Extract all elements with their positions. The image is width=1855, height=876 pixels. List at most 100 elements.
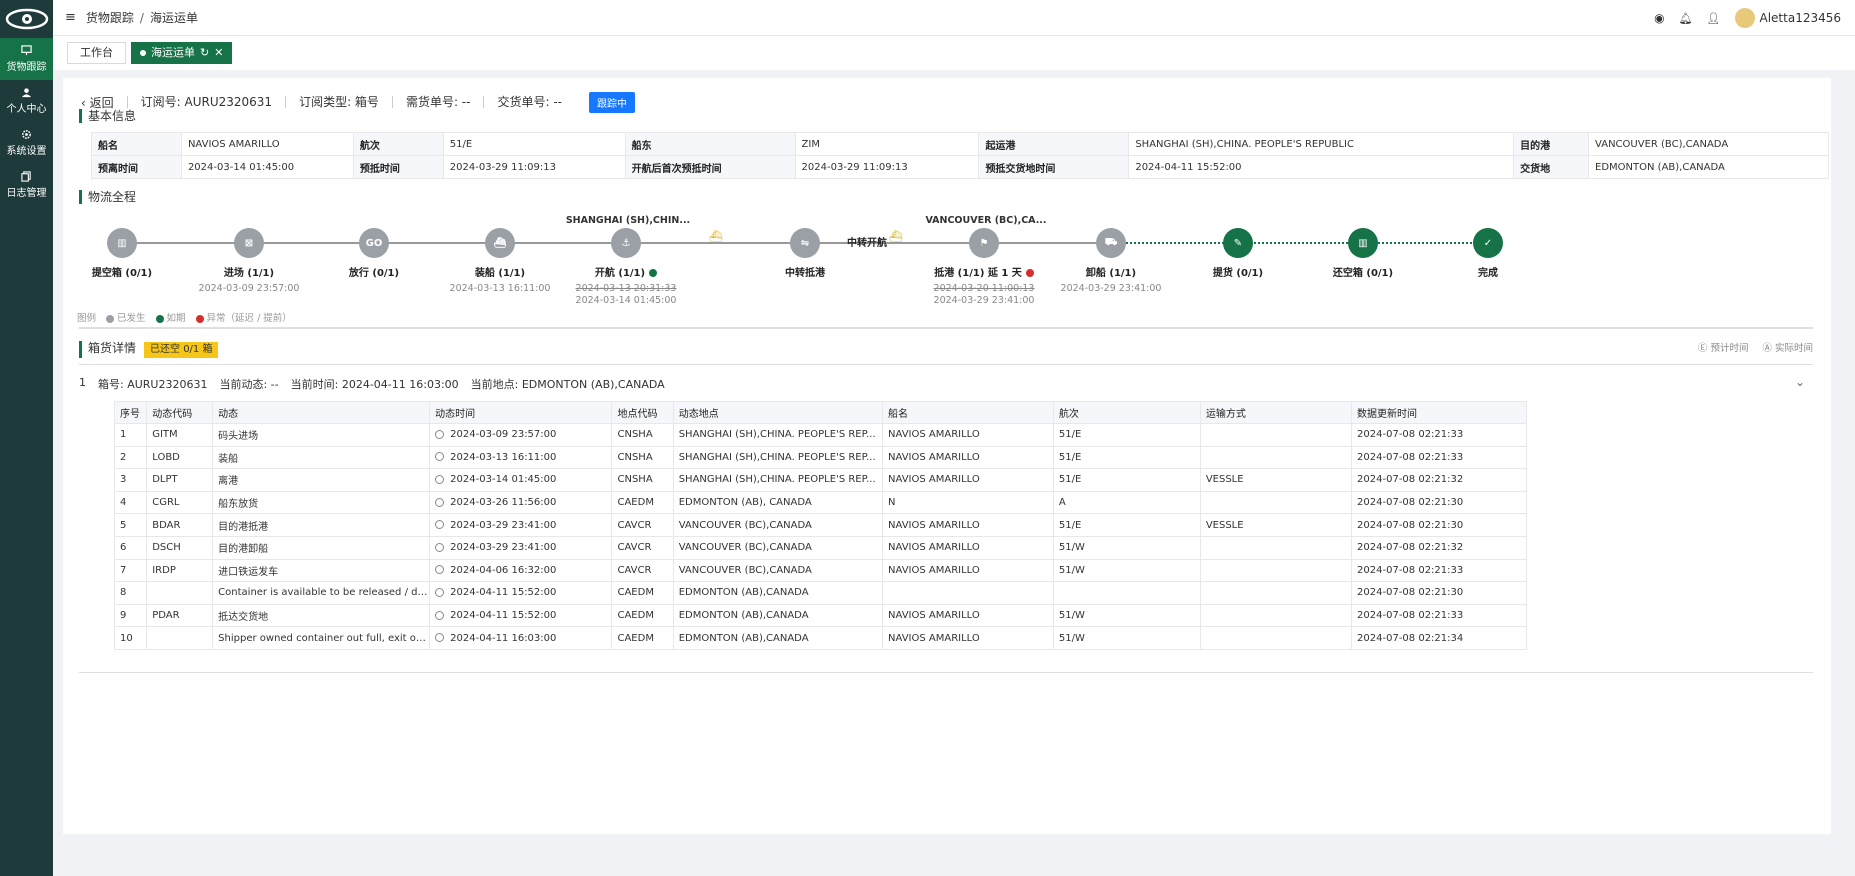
menu-toggle-icon[interactable]: ≡ <box>65 10 76 25</box>
eye-logo-icon[interactable] <box>0 0 53 38</box>
column-header: 动态 <box>212 401 431 424</box>
table-cell: 2024-07-08 02:21:32 <box>1351 535 1527 560</box>
breadcrumb-item[interactable]: 货物跟踪 <box>86 11 134 25</box>
timeline-node-icon: ⚓ <box>611 228 641 258</box>
table-cell: 6 <box>113 535 148 560</box>
status-badge: 跟踪中 <box>589 91 635 113</box>
actual-time-icon <box>435 633 445 643</box>
table-row: 3 DLPT 离港 2024-03-14 01:45:00 CNSHA SHANGHAI … <box>113 468 1527 492</box>
timeline-node-label: 开航 (1/1) <box>546 264 706 279</box>
estimated-time: 2024-03-13 20:31:33 <box>575 283 677 294</box>
sidebar-item-system-settings[interactable]: 系统设置 <box>0 122 53 164</box>
sidebar-item-cargo-tracking[interactable]: 货物跟踪 <box>0 38 53 80</box>
table-cell: CNSHA <box>611 423 674 447</box>
timeline-node-icon: GO <box>359 228 389 258</box>
user-menu[interactable]: Aletta123456 <box>1734 8 1842 28</box>
table-cell: NAVIOS AMARILLO <box>882 423 1054 447</box>
table-cell: NAVIOS AMARILLO <box>882 445 1054 470</box>
legend-abnormal: 异常（延迟 / 提前） <box>195 310 292 324</box>
column-header: 地点代码 <box>611 401 674 424</box>
info-value: 2024-03-14 01:45:00 <box>180 155 354 179</box>
legend: 图例 已发生 如期 异常（延迟 / 提前） <box>77 310 292 324</box>
table-cell: 51/W <box>1052 626 1201 650</box>
sidebar-item-label: 日志管理 <box>6 188 47 199</box>
table-cell: 2024-03-29 23:41:00 <box>429 535 613 560</box>
timeline-node: ⚓ 开航 (1/1) 2024-03-13 20:31:33 2024-03-14 0… <box>546 218 706 307</box>
sidebar-item-log-management[interactable]: 日志管理 <box>0 164 53 206</box>
logistics-timeline: SHANGHAI (SH),CHIN... VANCOUVER (BC),CA.… <box>63 215 1831 378</box>
table-cell: 51/W <box>1052 603 1201 628</box>
breadcrumb: 货物跟踪 / 海运运单 <box>85 11 198 25</box>
table-cell: 2 <box>113 445 148 470</box>
table-cell: DLPT <box>146 468 214 492</box>
info-row: 船名 NAVIOS AMARILLO 航次 51/E 船东 ZIM 起运港 SHANGHAI … <box>91 132 1829 156</box>
sidebar-item-personal-center[interactable]: 个人中心 <box>0 80 53 122</box>
table-row: 5 BDAR 目的港抵港 2024-03-29 23:41:00 CAVCR VANCOU… <box>113 513 1527 537</box>
back-label: 返回 <box>89 95 114 110</box>
info-value: 2024-03-29 11:09:13 <box>442 155 626 179</box>
table-cell <box>1199 445 1353 470</box>
table-cell: 船东放货 <box>212 490 431 515</box>
info-label: 起运港 <box>978 132 1130 156</box>
tab-sea-waybill[interactable]: 海运运单 ↻ ✕ <box>131 42 233 64</box>
timeline-node-icon: ▥ <box>1348 228 1378 258</box>
table-cell: 进口铁运发车 <box>212 558 431 583</box>
actual-time-icon <box>435 565 445 575</box>
table-cell: IRDP <box>146 558 214 583</box>
column-header: 运输方式 <box>1199 401 1353 424</box>
table-row: 7 IRDP 进口铁运发车 2024-04-06 16:32:00 CAVCR VANCO… <box>113 558 1527 583</box>
table-cell <box>1199 558 1353 583</box>
gear-icon <box>22 130 31 139</box>
table-cell: VANCOUVER (BC),CANADA <box>672 558 884 583</box>
actual-time-icon <box>435 452 445 462</box>
table-cell: 7 <box>113 558 148 583</box>
actual-time: 2024-03-29 23:41:00 <box>1060 283 1162 294</box>
table-cell: 2024-07-08 02:21:33 <box>1351 558 1527 583</box>
info-label: 预离时间 <box>91 155 182 179</box>
refresh-icon[interactable]: ↻ <box>200 43 209 63</box>
table-cell: A <box>1052 490 1201 515</box>
timeline-node-icon: ✓ <box>1473 228 1503 258</box>
timeline-node-icon: ⛟ <box>1096 228 1126 258</box>
breadcrumb-item: 海运运单 <box>149 11 198 25</box>
actual-time: 2024-03-09 23:57:00 <box>198 283 300 294</box>
info-value: NAVIOS AMARILLO <box>180 132 354 156</box>
username: Aletta123456 <box>1759 11 1842 25</box>
back-button[interactable]: ‹ 返回 <box>81 94 127 111</box>
legend-title: 图例 <box>77 313 97 324</box>
container-row[interactable]: 1 箱号: AURU2320631 当前动态: -- 当前时间: 2024-04… <box>79 376 665 392</box>
container-number: 箱号: AURU2320631 <box>98 378 208 391</box>
target-icon[interactable]: ◉ <box>1654 11 1664 25</box>
table-cell: 2024-03-09 23:57:00 <box>429 423 613 447</box>
table-cell: 2024-07-08 02:21:33 <box>1351 603 1527 628</box>
actual-time-icon <box>435 587 445 597</box>
table-cell: NAVIOS AMARILLO <box>882 626 1054 650</box>
table-cell: SHANGHAI (SH),CHINA. PEOPLE'S REP... <box>672 468 884 492</box>
estimated-time-legend: Ⓔ 预计时间 <box>1697 343 1749 354</box>
user-icon[interactable]: 👤︎ <box>1707 12 1721 25</box>
close-icon[interactable]: ✕ <box>214 43 223 63</box>
table-cell: EDMONTON (AB),CANADA <box>672 626 884 650</box>
table-cell: VESSLE <box>1199 513 1353 537</box>
info-value: 2024-03-29 11:09:13 <box>794 155 980 179</box>
table-cell: 2024-04-06 16:32:00 <box>429 558 613 583</box>
table-row: 8 Container is available to be released /… <box>113 581 1527 605</box>
chevron-down-icon[interactable]: ⌄ <box>1795 375 1805 389</box>
info-label: 航次 <box>352 132 444 156</box>
table-cell: 2024-03-13 16:11:00 <box>429 445 613 470</box>
timeline-node-icon: ⊠ <box>234 228 264 258</box>
table-cell: 2024-03-26 11:56:00 <box>429 490 613 515</box>
table-cell: 码头进场 <box>212 423 431 447</box>
table-cell: 2024-07-08 02:21:30 <box>1351 581 1527 605</box>
bell-icon[interactable]: 🔔︎ <box>1679 12 1693 25</box>
tab-workbench[interactable]: 工作台 <box>67 42 126 64</box>
divider <box>79 364 1813 365</box>
top-bar: ≡ 货物跟踪 / 海运运单 ◉ 🔔︎ 👤︎ Aletta123456 <box>53 0 1855 36</box>
table-row: 9 PDAR 抵达交货地 2024-04-11 15:52:00 CAEDM EDMONT… <box>113 603 1527 628</box>
timeline-node-icon: ⛴ <box>485 228 515 258</box>
actual-time: 2024-03-29 23:41:00 <box>933 295 1035 306</box>
table-cell: EDMONTON (AB),CANADA <box>672 581 884 605</box>
basic-info-title: 基本信息 <box>79 109 136 123</box>
legend-occurred: 已发生 <box>106 310 146 324</box>
table-cell <box>1199 423 1353 447</box>
